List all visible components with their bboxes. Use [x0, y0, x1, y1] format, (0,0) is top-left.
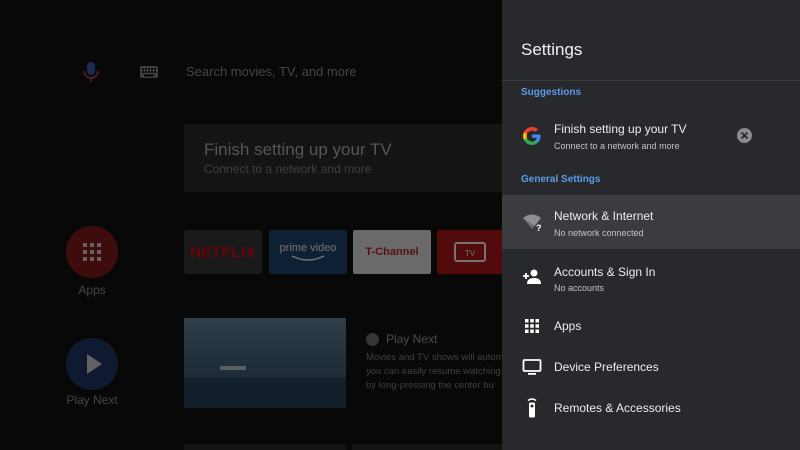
settings-title: Settings — [521, 40, 583, 59]
channel-tv[interactable]: TV — [437, 230, 503, 274]
tv-icon: TV — [454, 242, 486, 262]
setup-banner-subtitle: Connect to a network and more — [204, 162, 372, 176]
settings-item-label: Remotes & Accessories — [554, 401, 681, 415]
settings-item-sub: No network connected — [554, 228, 644, 238]
play-next-info-icon — [366, 333, 379, 346]
close-icon — [740, 131, 749, 140]
setup-banner-title: Finish setting up your TV — [204, 140, 392, 159]
apps-grid-icon — [83, 243, 101, 261]
play-next-description: Movies and TV shows will autom you can e… — [366, 351, 502, 393]
general-settings-header: General Settings — [521, 174, 601, 185]
row-tile[interactable] — [184, 444, 346, 450]
keyboard-icon[interactable] — [140, 66, 158, 78]
channel-t-channel[interactable]: T-Channel — [353, 230, 431, 274]
smile-arrow-icon — [291, 255, 325, 261]
setup-banner[interactable]: Finish setting up your TV Connect to a n… — [184, 124, 514, 192]
suggestion-subtitle: Connect to a network and more — [554, 141, 680, 151]
play-next-thumbnail[interactable] — [184, 318, 346, 408]
settings-item-device-preferences[interactable]: Device Preferences — [502, 347, 800, 387]
channel-prime-video[interactable]: prime video — [269, 230, 347, 274]
tv-monitor-icon — [522, 359, 542, 375]
apps-shortcut[interactable] — [66, 226, 118, 278]
settings-item-apps[interactable]: Apps — [502, 306, 800, 346]
play-next-desc-line: by long-pressing the center bu — [366, 380, 494, 391]
channel-t-channel-logo: T-Channel — [365, 246, 419, 258]
remote-icon — [527, 398, 537, 418]
suggestion-title: Finish setting up your TV — [554, 122, 687, 136]
play-next-shortcut-label: Play Next — [66, 393, 118, 407]
settings-item-label: Network & Internet — [554, 209, 654, 223]
settings-item-label: Apps — [554, 319, 582, 333]
channel-netflix-logo: NETFLIX — [190, 243, 256, 261]
play-icon — [87, 354, 102, 374]
apps-grid-icon — [525, 319, 539, 333]
settings-item-label: Device Preferences — [554, 360, 659, 374]
settings-item-network-internet[interactable]: ? Network & Internet No network connecte… — [502, 195, 800, 249]
settings-item-label: Accounts & Sign In — [554, 265, 656, 279]
dismiss-suggestion-button[interactable] — [737, 128, 752, 143]
apps-shortcut-label: Apps — [78, 283, 106, 297]
row-tile[interactable] — [352, 444, 502, 450]
play-next-desc-line: you can easily resume watching — [366, 366, 501, 377]
channel-tv-text: TV — [465, 249, 476, 258]
boat-image — [184, 366, 346, 408]
suggestion-finish-setup[interactable]: Finish setting up your TV Connect to a n… — [502, 112, 800, 162]
settings-item-remotes-accessories[interactable]: Remotes & Accessories — [502, 388, 800, 428]
play-next-title: Play Next — [386, 332, 438, 346]
play-next-desc-line: Movies and TV shows will autom — [366, 352, 502, 363]
settings-item-sub: No accounts — [554, 283, 605, 293]
settings-panel: Settings Suggestions Finish setting up y… — [502, 0, 800, 450]
channel-netflix[interactable]: NETFLIX — [184, 230, 262, 274]
add-person-icon — [523, 269, 541, 284]
settings-item-accounts-sign-in[interactable]: Accounts & Sign In No accounts — [502, 251, 800, 303]
search-placeholder[interactable]: Search movies, TV, and more — [186, 64, 357, 79]
suggestions-header: Suggestions — [521, 87, 582, 98]
divider — [502, 80, 800, 81]
channel-prime-video-text: prime video — [279, 242, 337, 254]
play-next-shortcut[interactable] — [66, 338, 118, 390]
google-g-icon — [523, 127, 541, 145]
svg-text:?: ? — [536, 223, 542, 232]
wifi-question-icon: ? — [523, 214, 542, 232]
channel-prime-video-logo: prime video — [269, 230, 347, 274]
microphone-icon[interactable] — [80, 60, 102, 84]
